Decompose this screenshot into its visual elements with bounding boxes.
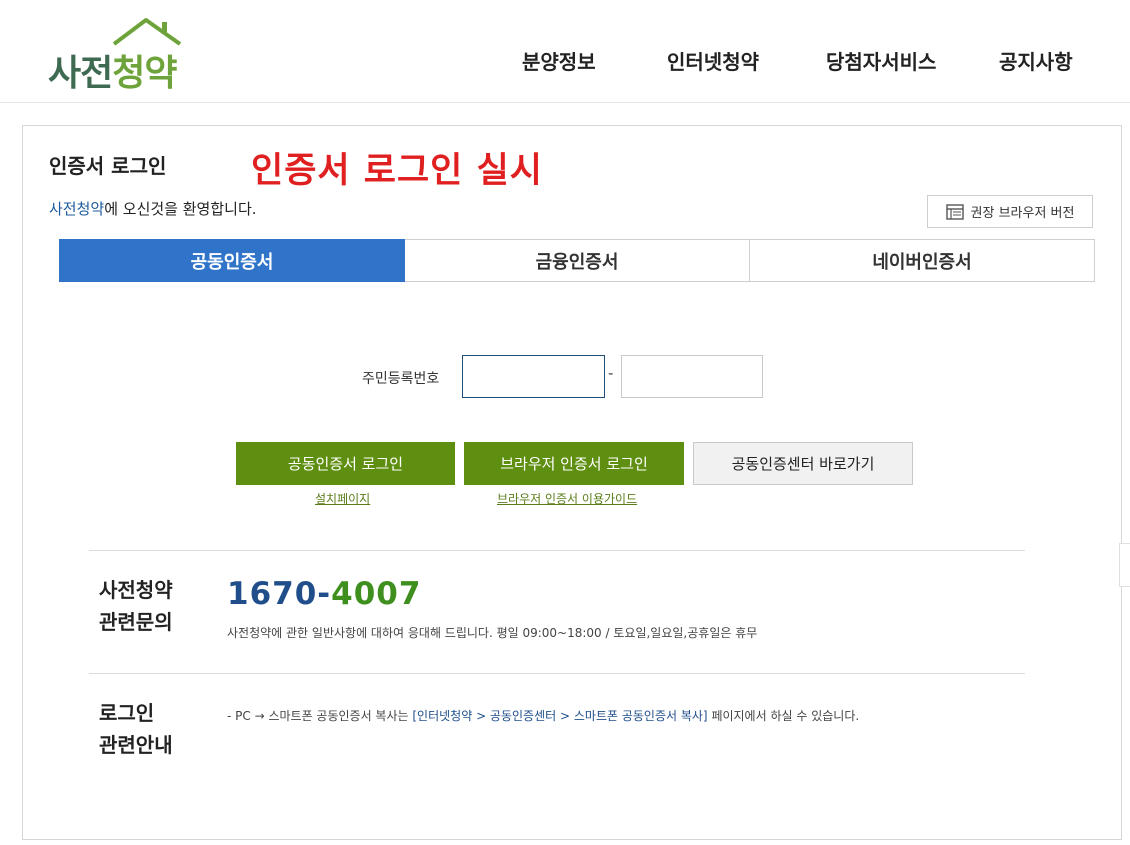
browser-cert-login-button[interactable]: 브라우저 인증서 로그인 xyxy=(464,442,684,485)
side-scroll-tab[interactable] xyxy=(1119,543,1130,587)
page-title: 인증서 로그인 xyxy=(49,154,167,178)
login-panel: 인증서 로그인 인증서 로그인 실시 사전청약에 오신것을 환영합니다. 권장 … xyxy=(22,125,1122,840)
inquiry-heading: 사전청약 관련문의 xyxy=(99,574,173,638)
install-page-link[interactable]: 설치페이지 xyxy=(315,490,370,507)
login-guide-heading-line2: 관련안내 xyxy=(99,733,173,757)
inquiry-heading-line1: 사전청약 xyxy=(99,578,173,602)
cert-center-button[interactable]: 공동인증센터 바로가기 xyxy=(693,442,913,485)
ssn-back-input[interactable] xyxy=(621,355,763,398)
login-guide-text: - PC → 스마트폰 공동인증서 복사는 [인터넷청약 > 공동인증센터 > … xyxy=(227,709,860,723)
nav-notice[interactable]: 공지사항 xyxy=(999,46,1073,75)
ssn-separator: - xyxy=(608,364,614,382)
ssn-label: 주민등록번호 xyxy=(362,371,440,387)
document-list-icon xyxy=(945,203,964,220)
house-roof-icon xyxy=(112,18,182,46)
tab-joint-certificate[interactable]: 공동인증서 xyxy=(59,239,405,282)
inquiry-phone-number: 1670-4007 xyxy=(227,576,422,612)
joint-cert-login-button[interactable]: 공동인증서 로그인 xyxy=(236,442,455,485)
section-divider xyxy=(89,550,1025,551)
cert-tabs: 공동인증서 금융인증서 네이버인증서 xyxy=(59,239,1095,282)
recommended-browser-label: 권장 브라우저 버전 xyxy=(970,206,1075,221)
ssn-front-input[interactable] xyxy=(462,355,605,398)
tab-financial-certificate[interactable]: 금융인증서 xyxy=(405,239,750,282)
logo-text: 사전청약 xyxy=(48,53,178,94)
nav-internet-subscription[interactable]: 인터넷청약 xyxy=(667,46,759,75)
tab-naver-certificate[interactable]: 네이버인증서 xyxy=(750,239,1095,282)
section-divider xyxy=(89,673,1025,674)
login-guide-path: [인터넷청약 > 공동인증센터 > 스마트폰 공동인증서 복사] xyxy=(412,709,708,723)
nav-sale-info[interactable]: 분양정보 xyxy=(522,46,596,75)
inquiry-description: 사전청약에 관한 일반사항에 대하여 응대해 드립니다. 평일 09:00~18… xyxy=(227,626,758,640)
welcome-text: 사전청약에 오신것을 환영합니다. xyxy=(49,198,257,219)
notice-text: 인증서 로그인 실시 xyxy=(251,151,543,191)
browser-cert-guide-link[interactable]: 브라우저 인증서 이용가이드 xyxy=(497,490,637,507)
site-header: 사전청약 분양정보 인터넷청약 당첨자서비스 공지사항 xyxy=(0,0,1130,103)
inquiry-heading-line2: 관련문의 xyxy=(99,610,173,634)
login-guide-heading-line1: 로그인 xyxy=(99,701,155,725)
nav-winner-service[interactable]: 당첨자서비스 xyxy=(826,46,936,75)
recommended-browser-button[interactable]: 권장 브라우저 버전 xyxy=(927,195,1093,228)
welcome-highlight: 사전청약 xyxy=(49,200,105,218)
site-logo[interactable]: 사전청약 xyxy=(48,14,198,94)
welcome-rest: 에 오신것을 환영합니다. xyxy=(104,200,257,218)
login-guide-heading: 로그인 관련안내 xyxy=(99,697,173,761)
